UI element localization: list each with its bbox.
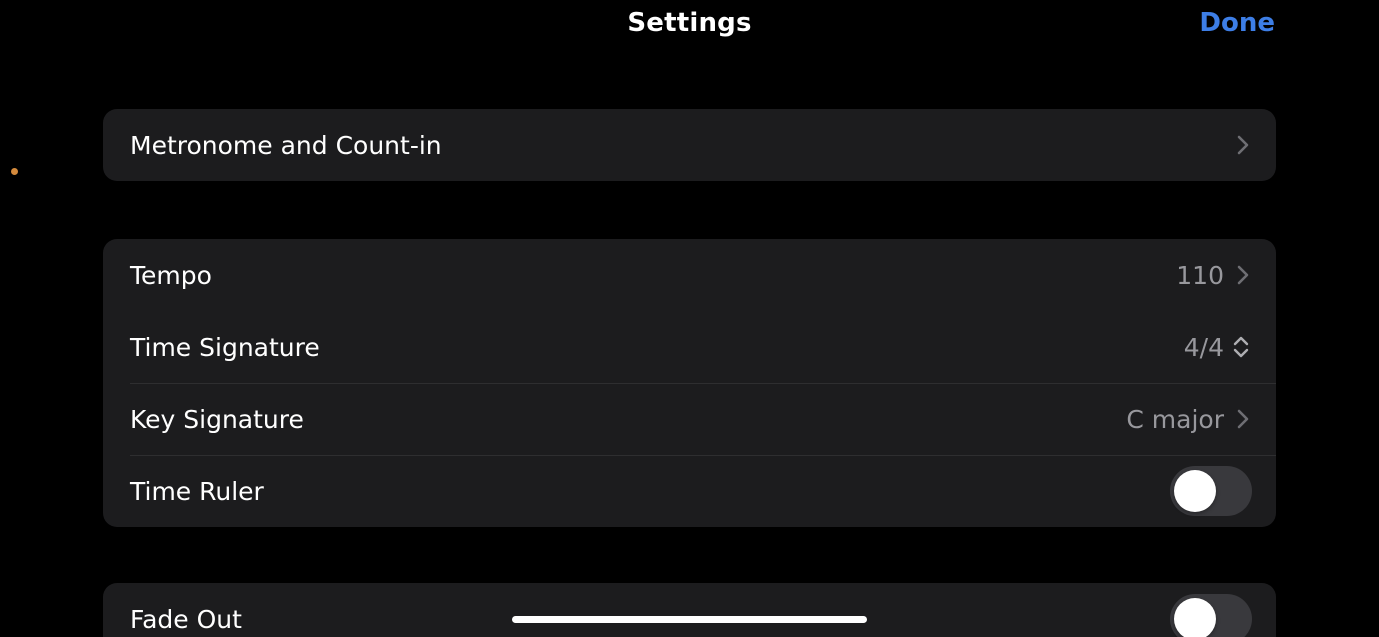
key-signature-row[interactable]: Key Signature C major bbox=[103, 383, 1276, 455]
toggle-knob bbox=[1174, 470, 1216, 512]
recording-indicator-dot bbox=[11, 168, 18, 175]
chevron-up-down-icon bbox=[1233, 336, 1249, 358]
toggle-knob bbox=[1174, 598, 1216, 637]
time-ruler-row: Time Ruler bbox=[103, 455, 1276, 527]
fade-out-toggle[interactable] bbox=[1170, 594, 1252, 637]
settings-screen: Settings Done Metronome and Count-in Tem… bbox=[0, 0, 1379, 637]
navigation-bar: Settings Done bbox=[0, 0, 1379, 50]
time-ruler-toggle[interactable] bbox=[1170, 466, 1252, 516]
row-label: Key Signature bbox=[130, 404, 304, 434]
time-signature-row[interactable]: Time Signature 4/4 bbox=[103, 311, 1276, 383]
song-settings-group: Tempo 110 Time Signature 4/4 Key Signatu… bbox=[103, 239, 1276, 527]
tempo-row[interactable]: Tempo 110 bbox=[103, 239, 1276, 311]
chevron-right-icon bbox=[1237, 409, 1249, 429]
metronome-count-in-row[interactable]: Metronome and Count-in bbox=[103, 109, 1276, 181]
done-button[interactable]: Done bbox=[1199, 8, 1275, 38]
row-label: Tempo bbox=[130, 260, 212, 290]
row-label: Metronome and Count-in bbox=[130, 130, 442, 160]
time-signature-value: 4/4 bbox=[1183, 332, 1224, 362]
row-label: Time Ruler bbox=[130, 476, 264, 506]
fade-out-group: Fade Out bbox=[103, 583, 1276, 637]
metronome-group: Metronome and Count-in bbox=[103, 109, 1276, 181]
chevron-right-icon bbox=[1237, 265, 1249, 285]
home-indicator[interactable] bbox=[512, 616, 867, 623]
page-title: Settings bbox=[627, 8, 752, 38]
chevron-right-icon bbox=[1237, 135, 1249, 155]
row-label: Time Signature bbox=[130, 332, 320, 362]
fade-out-row: Fade Out bbox=[103, 583, 1276, 637]
key-signature-value: C major bbox=[1126, 404, 1224, 434]
tempo-value: 110 bbox=[1176, 260, 1224, 290]
